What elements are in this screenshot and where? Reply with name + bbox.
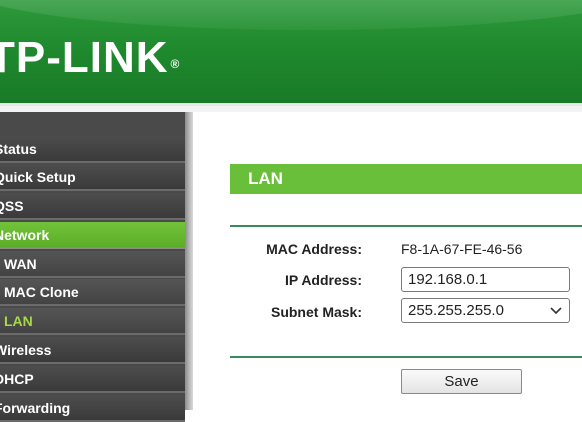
sidebar-item-mac-clone[interactable]: MAC Clone <box>0 279 185 306</box>
mac-address-value: F8-1A-67-FE-46-56 <box>401 241 523 257</box>
sidebar-item-wireless[interactable]: Wireless <box>0 337 185 364</box>
sidebar-item-network[interactable]: Network <box>0 222 185 249</box>
ip-address-label: IP Address: <box>284 272 362 288</box>
save-button[interactable]: Save <box>401 369 522 394</box>
subnet-mask-select[interactable]: 255.255.255.0 <box>401 298 570 323</box>
subnet-mask-selected-value: 255.255.255.0 <box>408 302 504 319</box>
header-banner: TP-LINK ® <box>0 0 582 103</box>
sidebar-item-dhcp[interactable]: DHCP <box>0 366 185 393</box>
sidebar-item-qss[interactable]: QSS <box>0 193 185 220</box>
section-title: LAN <box>230 164 582 194</box>
sidebar-border <box>185 112 193 410</box>
logo-text: TP-LINK <box>0 33 169 82</box>
registered-mark: ® <box>170 57 181 71</box>
ip-address-input[interactable] <box>401 267 570 292</box>
section-bottom-rule <box>230 356 582 358</box>
mac-address-label: MAC Address: <box>266 241 362 257</box>
sidebar-item-quick-setup[interactable]: Quick Setup <box>0 164 185 191</box>
sidebar-item-lan[interactable]: LAN <box>0 308 185 335</box>
subnet-mask-label: Subnet Mask: <box>270 304 362 320</box>
main-content <box>193 112 582 410</box>
chevron-down-icon <box>550 307 562 315</box>
sidebar-item-forwarding[interactable]: Forwarding <box>0 395 185 422</box>
sidebar-item-status[interactable]: Status <box>0 136 185 163</box>
header-gloss <box>0 0 582 30</box>
sidebar-item-wan[interactable]: WAN <box>0 251 185 278</box>
tp-link-logo: TP-LINK ® <box>0 34 180 82</box>
section-top-rule <box>230 225 582 227</box>
